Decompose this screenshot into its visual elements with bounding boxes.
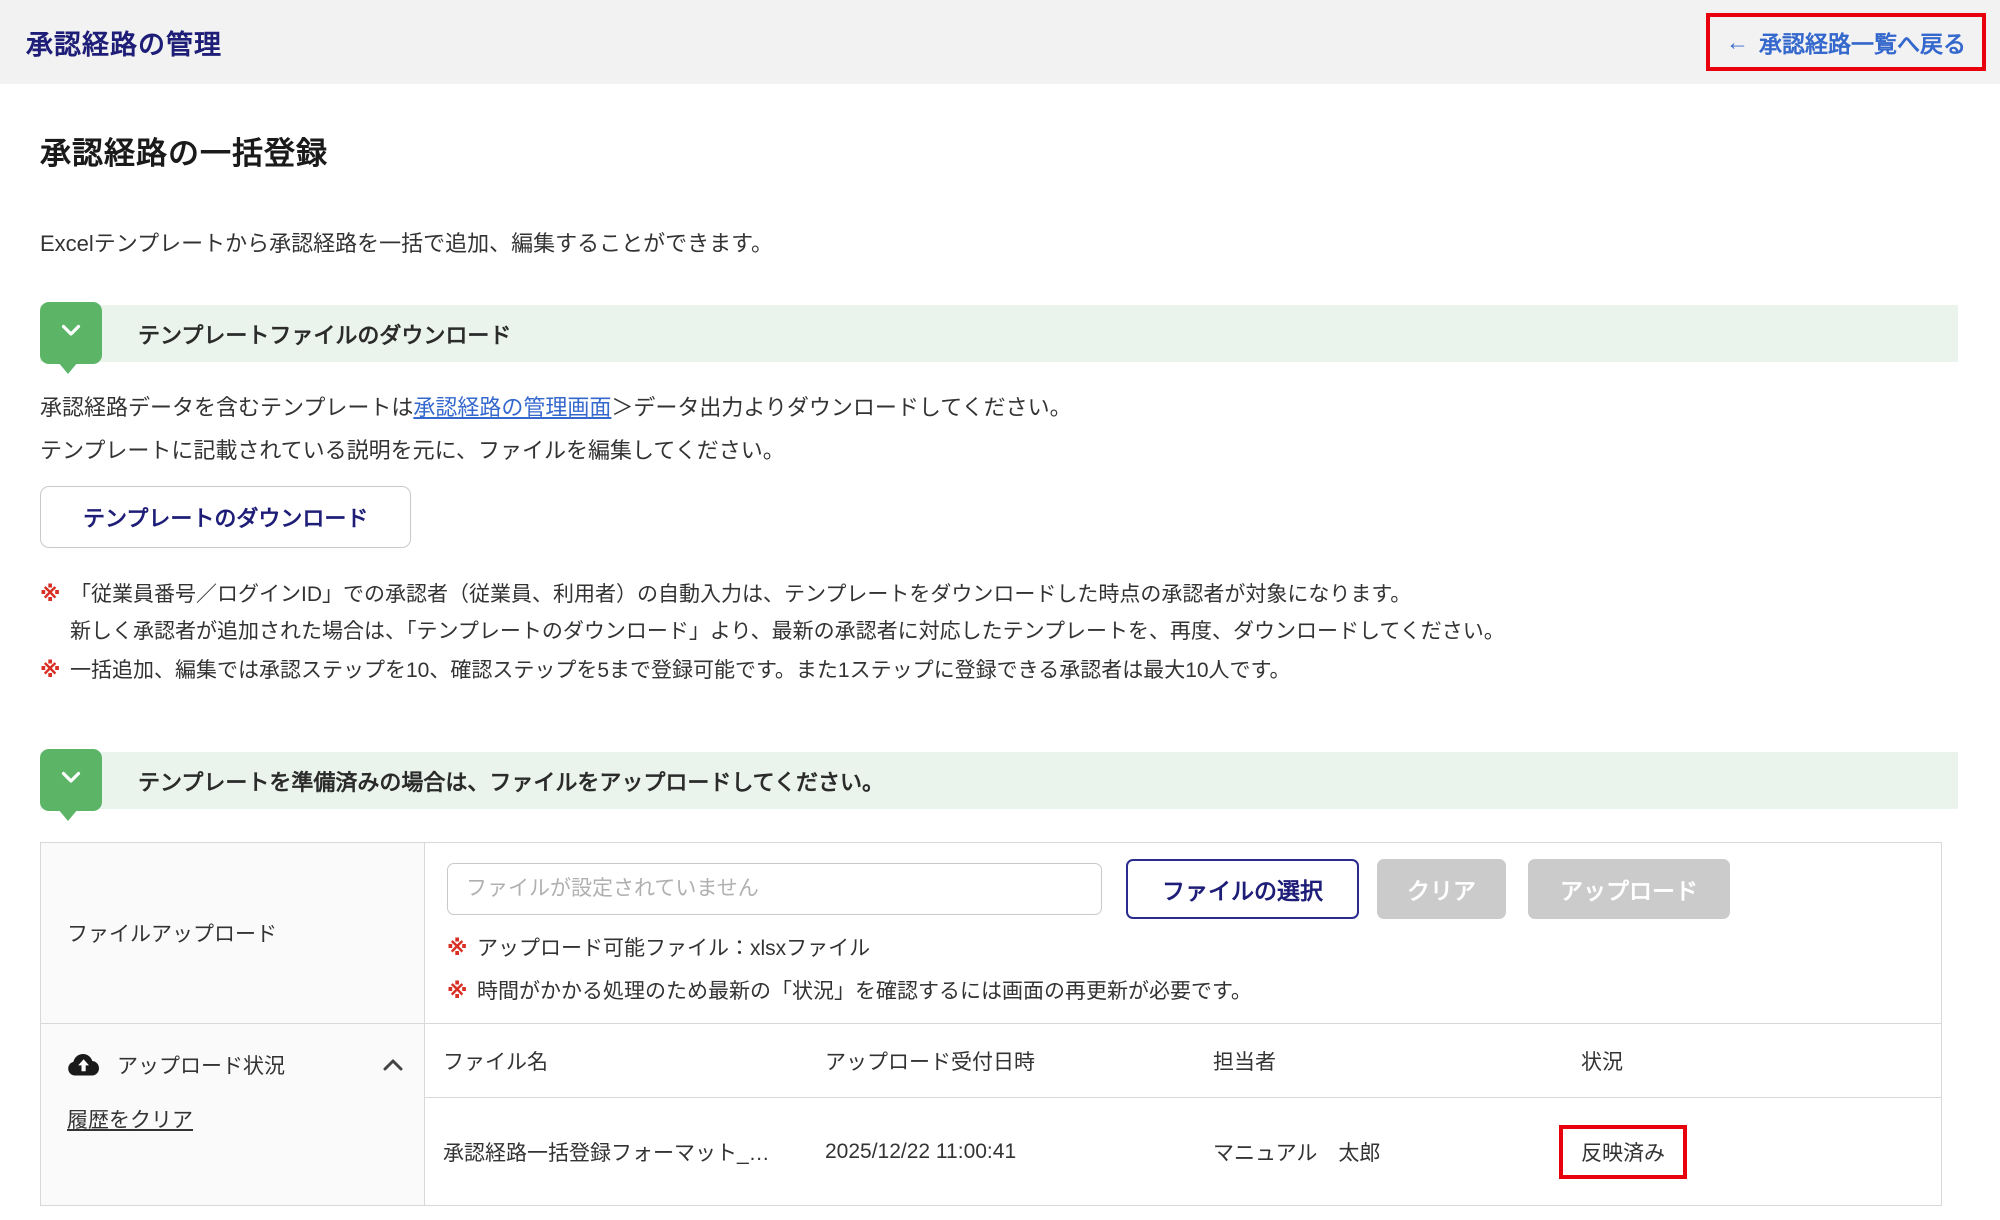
main-content: 承認経路の一括登録 Excelテンプレートから承認経路を一括で追加、編集すること…: [0, 132, 2000, 1206]
note-line: 一括追加、編集では承認ステップを10、確認ステップを5まで登録可能です。また1ス…: [70, 652, 1290, 689]
col-header-datetime: アップロード受付日時: [825, 1046, 1213, 1076]
note-line: 「従業員番号／ログインID」での承認者（従業員、利用者）の自動入力は、テンプレー…: [70, 576, 1505, 613]
upload-status-row: アップロード状況 履歴をクリア ファイル名 アップロード受付日時 担当者 状況 …: [41, 1024, 1941, 1205]
clear-history-link[interactable]: 履歴をクリア: [67, 1104, 193, 1134]
asterisk-icon: ※: [40, 652, 70, 689]
table-row: 承認経路一括登録フォーマット_… 2025/12/22 11:00:41 マニュ…: [425, 1098, 1941, 1205]
upload-section-toggle[interactable]: [40, 749, 102, 811]
upload-button[interactable]: アップロード: [1528, 859, 1730, 919]
intro-text: Excelテンプレートから承認経路を一括で追加、編集することができます。: [40, 226, 1958, 258]
upload-table: ファイルアップロード ファイルの選択 クリア アップロード ※ アップロード可能…: [40, 842, 1942, 1206]
download-section-header: テンプレートファイルのダウンロード: [40, 305, 1958, 362]
annotation-box-status: 反映済み: [1559, 1125, 1687, 1179]
cloud-upload-icon: [67, 1052, 101, 1078]
note-item: ※ 「従業員番号／ログインID」での承認者（従業員、利用者）の自動入力は、テンプ…: [40, 576, 1958, 650]
upload-status-table-cell: ファイル名 アップロード受付日時 担当者 状況 承認経路一括登録フォーマット_……: [425, 1024, 1941, 1205]
upload-note-text: 時間がかかる処理のため最新の「状況」を確認するには画面の再更新が必要です。: [477, 975, 1252, 1009]
bulk-register-heading: 承認経路の一括登録: [40, 132, 1958, 176]
page-header: 承認経路の管理 ← 承認経路一覧へ戻る: [0, 0, 2000, 84]
chevron-down-icon: [61, 771, 81, 789]
file-name-input[interactable]: [447, 863, 1102, 915]
asterisk-icon: ※: [447, 932, 477, 966]
upload-section-title: テンプレートを準備済みの場合は、ファイルをアップロードしてください。: [138, 765, 884, 797]
download-section-toggle[interactable]: [40, 302, 102, 364]
chevron-up-icon: [382, 1058, 404, 1072]
upload-status-label: アップロード状況: [117, 1050, 285, 1080]
back-to-list-link[interactable]: ← 承認経路一覧へ戻る: [1726, 25, 1966, 59]
download-description: 承認経路データを含むテンプレートは承認経路の管理画面＞データ出力よりダウンロード…: [40, 386, 1958, 472]
desc-line2: テンプレートに記載されている説明を元に、ファイルを編集してください。: [40, 429, 1958, 472]
template-download-button[interactable]: テンプレートのダウンロード: [40, 486, 411, 548]
annotation-box-back-link: ← 承認経路一覧へ戻る: [1706, 13, 1986, 71]
back-link-label: 承認経路一覧へ戻る: [1759, 25, 1966, 59]
cell-person: マニュアル 太郎: [1213, 1137, 1581, 1167]
desc-text-after-link: ＞データ出力よりダウンロードしてください。: [611, 395, 1071, 420]
upload-note: ※ 時間がかかる処理のため最新の「状況」を確認するには画面の再更新が必要です。: [447, 975, 1931, 1009]
col-header-status: 状況: [1581, 1046, 1941, 1076]
status-value: 反映済み: [1581, 1142, 1665, 1165]
upload-status-toggle[interactable]: アップロード状況: [67, 1050, 404, 1080]
upload-note-text: アップロード可能ファイル：xlsxファイル: [477, 932, 870, 966]
cell-datetime: 2025/12/22 11:00:41: [825, 1140, 1213, 1164]
file-select-button[interactable]: ファイルの選択: [1126, 859, 1359, 919]
note-line: 新しく承認者が追加された場合は、「テンプレートのダウンロード」より、最新の承認者…: [70, 613, 1505, 650]
download-notes: ※ 「従業員番号／ログインID」での承認者（従業員、利用者）の自動入力は、テンプ…: [40, 576, 1958, 689]
file-upload-row: ファイルアップロード ファイルの選択 クリア アップロード ※ アップロード可能…: [41, 843, 1941, 1024]
upload-section-header: テンプレートを準備済みの場合は、ファイルをアップロードしてください。: [40, 752, 1958, 809]
back-arrow-icon: ←: [1726, 29, 1749, 56]
desc-text-before-link: 承認経路データを含むテンプレートは: [40, 395, 413, 420]
page-title: 承認経路の管理: [26, 23, 222, 62]
asterisk-icon: ※: [447, 975, 477, 1009]
file-upload-controls-cell: ファイルの選択 クリア アップロード ※ アップロード可能ファイル：xlsxファ…: [425, 843, 1941, 1023]
col-header-file-name: ファイル名: [443, 1046, 825, 1076]
file-upload-label-cell: ファイルアップロード: [41, 843, 425, 1023]
status-table-header: ファイル名 アップロード受付日時 担当者 状況: [425, 1024, 1941, 1098]
asterisk-icon: ※: [40, 576, 70, 650]
route-admin-screen-link[interactable]: 承認経路の管理画面: [413, 395, 611, 420]
cell-file-name: 承認経路一括登録フォーマット_…: [443, 1137, 825, 1167]
note-item: ※ 一括追加、編集では承認ステップを10、確認ステップを5まで登録可能です。また…: [40, 652, 1958, 689]
clear-button[interactable]: クリア: [1377, 859, 1506, 919]
download-section-title: テンプレートファイルのダウンロード: [138, 318, 511, 350]
chevron-down-icon: [61, 324, 81, 342]
upload-status-label-cell: アップロード状況 履歴をクリア: [41, 1024, 425, 1205]
upload-note: ※ アップロード可能ファイル：xlsxファイル: [447, 932, 1931, 966]
col-header-person: 担当者: [1213, 1046, 1581, 1076]
file-upload-label: ファイルアップロード: [67, 918, 277, 948]
